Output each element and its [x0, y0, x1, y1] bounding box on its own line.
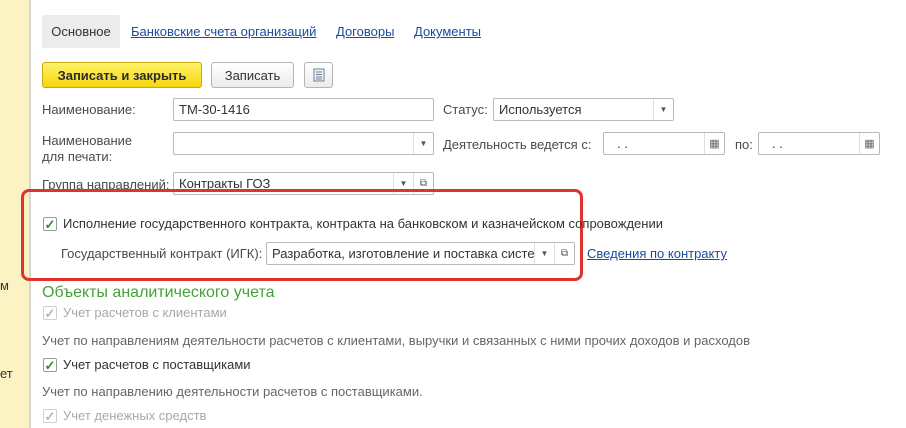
igk-select[interactable]: Разработка, изготовление и поставка сист… [266, 242, 575, 265]
status-label: Статус: [443, 102, 488, 117]
analytics-section-title: Объекты аналитического учета [42, 284, 275, 301]
print-name-select[interactable]: ▼ [173, 132, 434, 155]
calendar-icon[interactable]: ▦ [704, 133, 724, 154]
tab-contracts[interactable]: Договоры [336, 24, 394, 39]
save-label: Записать [224, 67, 281, 83]
save-and-close-label: Записать и закрыть [57, 67, 187, 83]
checkmark-icon: ✓ [44, 408, 56, 424]
activity-to-value: . . [772, 136, 783, 151]
print-name-label: Наименование [42, 133, 133, 148]
contract-info-link[interactable]: Сведения по контракту [587, 246, 727, 261]
report-button[interactable] [304, 62, 333, 88]
activity-to-date-field[interactable]: . . ▦ [758, 132, 880, 155]
tab-main[interactable]: Основное [42, 15, 120, 48]
chevron-down-icon[interactable]: ▼ [653, 99, 673, 120]
highlight-frame [21, 189, 583, 281]
activity-from-date-field[interactable]: . . ▦ [603, 132, 725, 155]
activity-from-value: . . [617, 136, 628, 151]
open-icon[interactable]: ⧉ [554, 243, 574, 264]
activity-to-label: по: [735, 137, 753, 152]
save-and-close-button[interactable]: Записать и закрыть [42, 62, 202, 88]
gov-contract-checkbox-label[interactable]: Исполнение государственного контракта, к… [63, 216, 663, 231]
igk-label: Государственный контракт (ИГК): [61, 246, 263, 261]
status-value: Используется [499, 102, 582, 117]
status-select[interactable]: Используется ▼ [493, 98, 674, 121]
suppliers-hint: Учет по направлению деятельности расчето… [42, 384, 423, 399]
checkmark-icon: ✓ [44, 216, 56, 232]
clients-checkbox-label: Учет расчетов с клиентами [63, 305, 227, 320]
checkmark-icon: ✓ [44, 357, 56, 373]
name-label: Наименование: [42, 102, 136, 117]
suppliers-checkbox-label[interactable]: Учет расчетов с поставщиками [63, 357, 251, 372]
cash-checkbox-label: Учет денежных средств [63, 408, 207, 423]
name-field[interactable]: ТМ-30-1416 [173, 98, 434, 121]
tab-bank-accounts[interactable]: Банковские счета организаций [131, 24, 316, 39]
suppliers-checkbox[interactable]: ✓ [43, 358, 57, 372]
print-name-label-2: для печати: [42, 149, 113, 164]
left-panel-text-fragment: ет [0, 366, 13, 381]
name-value: ТМ-30-1416 [179, 102, 250, 117]
tab-documents[interactable]: Документы [414, 24, 481, 39]
igk-value: Разработка, изготовление и поставка сист… [272, 246, 534, 261]
checkmark-icon: ✓ [44, 305, 56, 321]
clients-hint: Учет по направлениям деятельности расчет… [42, 333, 751, 348]
chevron-down-icon[interactable]: ▼ [413, 133, 433, 154]
left-panel-text-fragment: м [0, 278, 9, 293]
tab-main-label: Основное [51, 24, 111, 39]
activity-from-label: Деятельность ведется с: [443, 137, 592, 152]
chevron-down-icon[interactable]: ▼ [534, 243, 554, 264]
calendar-icon[interactable]: ▦ [859, 133, 879, 154]
clients-checkbox: ✓ [43, 306, 57, 320]
gov-contract-checkbox[interactable]: ✓ [43, 217, 57, 231]
cash-checkbox: ✓ [43, 409, 57, 423]
save-button[interactable]: Записать [211, 62, 294, 88]
report-list-icon [313, 68, 324, 82]
